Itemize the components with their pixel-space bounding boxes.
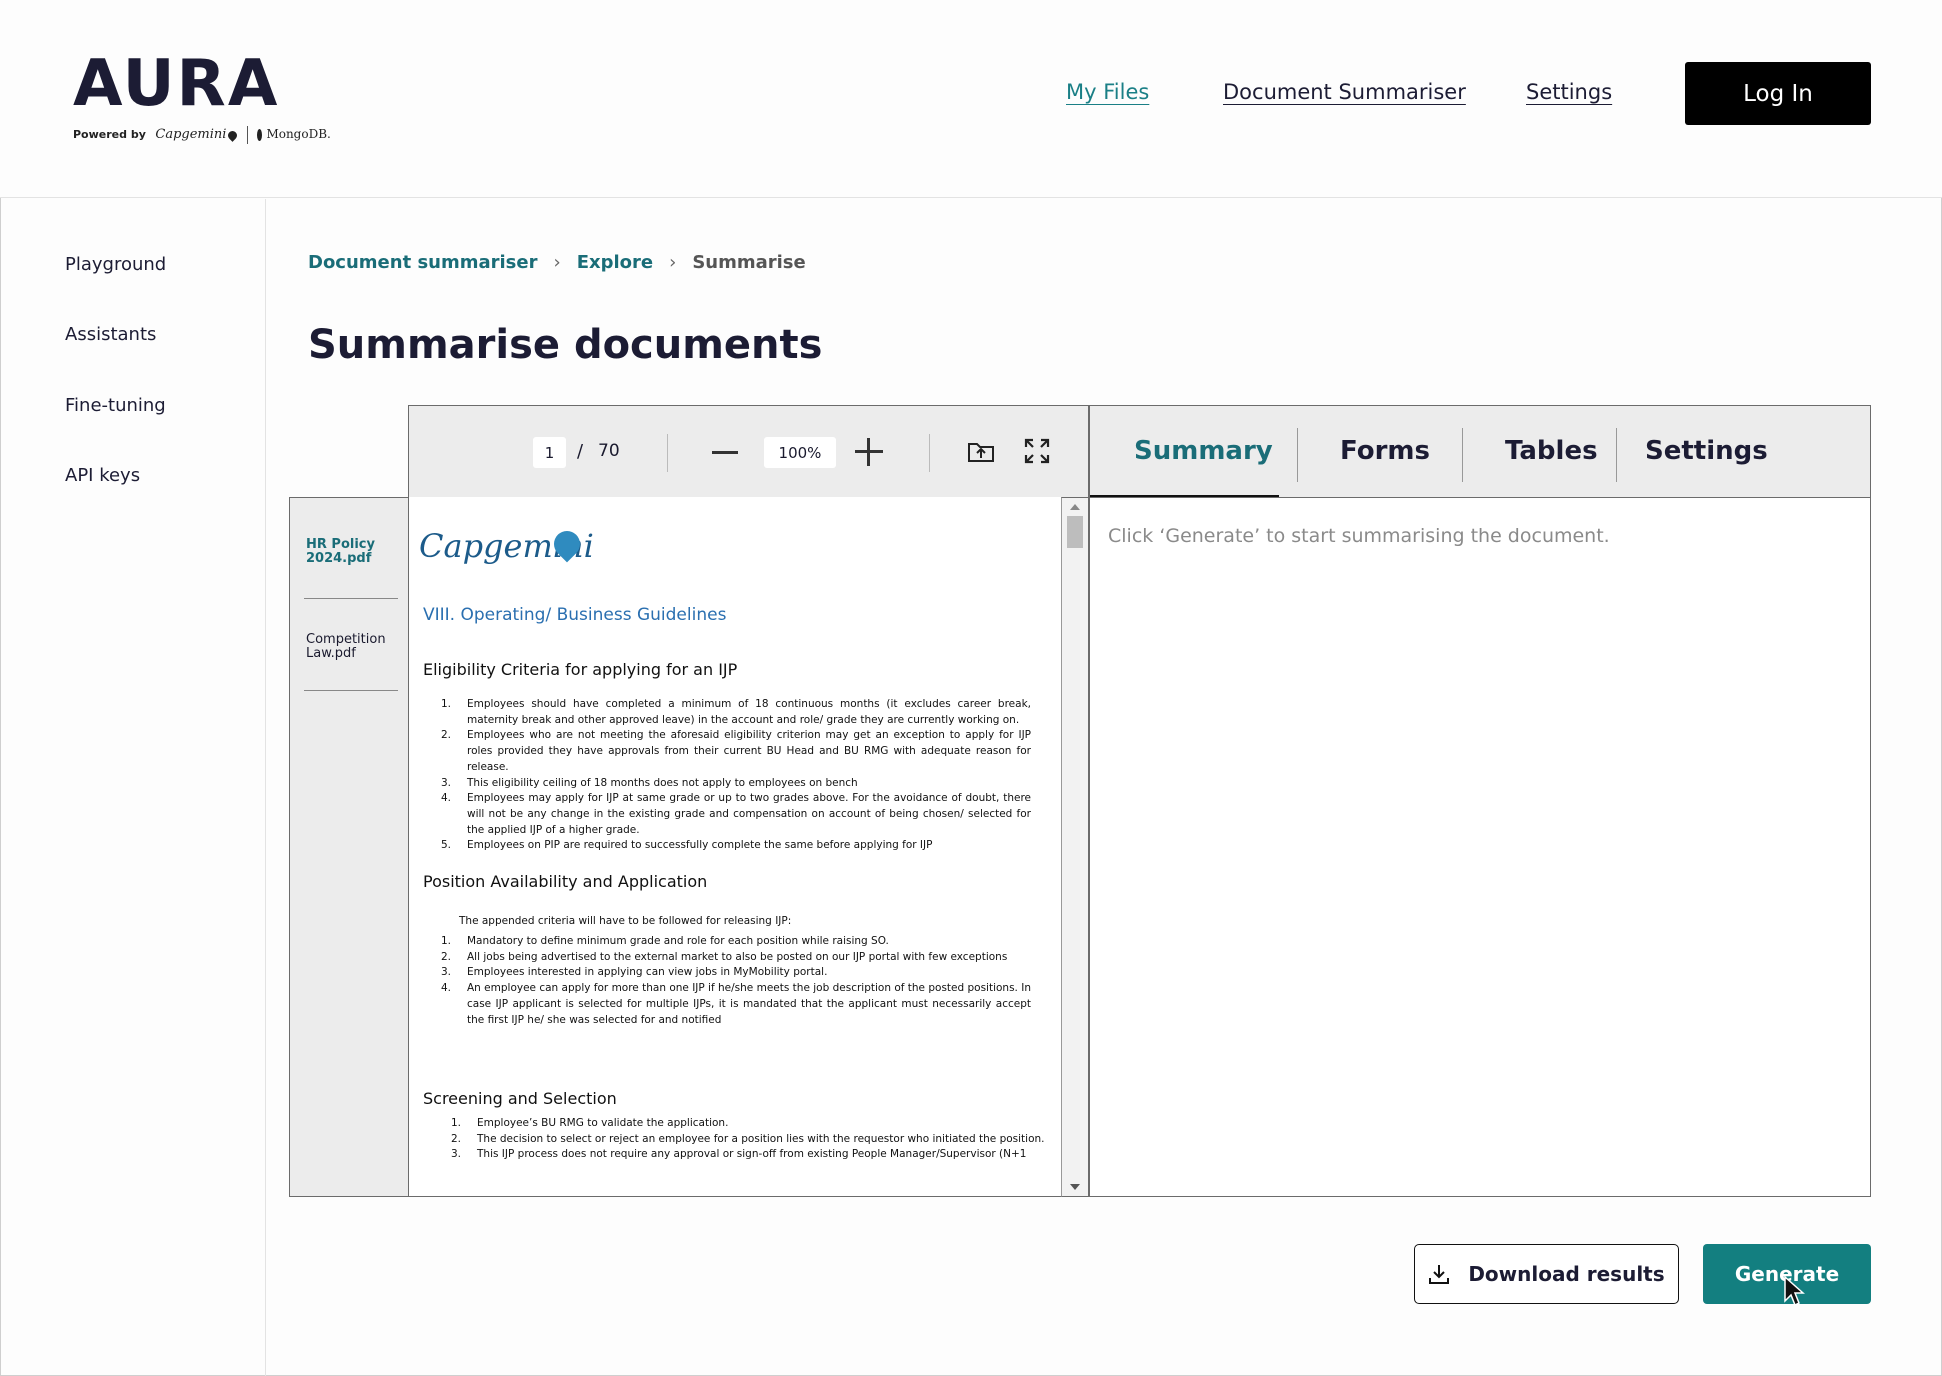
section-title: Screening and Selection bbox=[423, 1089, 617, 1108]
section-intro: The appended criteria will have to be fo… bbox=[459, 915, 792, 927]
nav-document-summariser[interactable]: Document Summariser bbox=[1223, 80, 1466, 104]
breadcrumb-summarise: Summarise bbox=[692, 252, 806, 273]
tab-tables[interactable]: Tables bbox=[1505, 436, 1598, 466]
tab-forms[interactable]: Forms bbox=[1340, 436, 1430, 466]
result-tabs: Summary Forms Tables Settings bbox=[1089, 405, 1871, 499]
sidebar-item-assistants[interactable]: Assistants bbox=[65, 324, 156, 345]
toolbar-divider bbox=[667, 434, 668, 472]
list-item: 5. Employees on PIP are required to succe… bbox=[441, 839, 933, 852]
file-list: HR Policy 2024.pdf Competition Law.pdf bbox=[289, 497, 409, 1197]
download-results-button[interactable]: Download results bbox=[1414, 1244, 1679, 1304]
section-list: 1. Mandatory to define minimum grade and … bbox=[441, 934, 1031, 1028]
logo-separator bbox=[246, 126, 248, 144]
upload-folder-icon[interactable] bbox=[966, 436, 996, 466]
list-item: 1. Employee’s BU RMG to validate the appl… bbox=[451, 1117, 729, 1129]
list-item: 3. This IJP process does not require any … bbox=[451, 1148, 1027, 1161]
capgemini-logo: Capgemini bbox=[155, 127, 227, 142]
scroll-up-icon[interactable] bbox=[1070, 504, 1080, 510]
page-separator: / bbox=[577, 441, 584, 462]
top-header: AURA Powered by Capgemini MongoDB. My Fi… bbox=[0, 0, 1942, 198]
document-page: Capgemini VIII. Operating/ Business Guid… bbox=[408, 497, 1062, 1197]
zoom-out-icon[interactable] bbox=[712, 451, 738, 454]
capgemini-spade-icon bbox=[226, 128, 240, 142]
aura-logo[interactable]: AURA Powered by Capgemini MongoDB. bbox=[73, 47, 331, 144]
download-results-label: Download results bbox=[1468, 1262, 1665, 1286]
list-item: 2. Employees who are not meeting the afor… bbox=[441, 729, 1031, 773]
tab-divider bbox=[1616, 428, 1617, 482]
page-number-input[interactable]: 1 bbox=[533, 437, 566, 468]
document-heading: VIII. Operating/ Business Guidelines bbox=[423, 605, 727, 625]
tab-settings[interactable]: Settings bbox=[1645, 436, 1768, 466]
section-list: 1. Employees should have completed a mini… bbox=[441, 697, 1031, 854]
sidebar-item-fine-tuning[interactable]: Fine-tuning bbox=[65, 395, 166, 416]
login-button[interactable]: Log In bbox=[1685, 62, 1871, 125]
logo-wordmark: AURA bbox=[73, 47, 280, 121]
tab-summary[interactable]: Summary bbox=[1134, 436, 1273, 466]
section-title: Eligibility Criteria for applying for an… bbox=[423, 660, 738, 679]
download-icon bbox=[1429, 1265, 1450, 1284]
list-item: 4. An employee can apply for more than on… bbox=[441, 982, 1031, 1026]
list-item: 3. This eligibility ceiling of 18 months … bbox=[441, 776, 858, 789]
summary-placeholder: Click ‘Generate’ to start summarising th… bbox=[1108, 525, 1610, 547]
mongodb-logo: MongoDB. bbox=[266, 127, 331, 141]
scroll-thumb[interactable] bbox=[1067, 516, 1083, 548]
file-item-hr-policy[interactable]: HR Policy 2024.pdf bbox=[306, 538, 398, 566]
list-item: 4. Employees may apply for IJP at same gr… bbox=[441, 792, 1031, 836]
zoom-level-input[interactable]: 100% bbox=[764, 437, 836, 468]
breadcrumb-explore[interactable]: Explore bbox=[577, 252, 653, 273]
page-total: 70 bbox=[598, 441, 620, 461]
list-item: 3. Employees interested in applying can v… bbox=[441, 966, 828, 979]
nav-my-files[interactable]: My Files bbox=[1066, 80, 1149, 104]
file-divider bbox=[304, 598, 398, 599]
document-scrollbar[interactable] bbox=[1061, 497, 1089, 1197]
powered-by-label: Powered by bbox=[73, 128, 146, 141]
sidebar-item-playground[interactable]: Playground bbox=[65, 254, 166, 275]
scroll-down-icon[interactable] bbox=[1070, 1184, 1080, 1190]
mouse-cursor-icon bbox=[1784, 1275, 1805, 1307]
fullscreen-icon[interactable] bbox=[1022, 436, 1052, 466]
list-item: 1. Mandatory to define minimum grade and … bbox=[441, 935, 889, 947]
list-item: 2. All jobs being advertised to the exter… bbox=[441, 950, 1008, 963]
section-title: Position Availability and Application bbox=[423, 872, 708, 891]
tab-divider bbox=[1297, 428, 1298, 482]
file-divider bbox=[304, 690, 398, 691]
chevron-right-icon: › bbox=[669, 252, 677, 273]
breadcrumb: Document summariser › Explore › Summaris… bbox=[308, 252, 806, 273]
summary-panel: Click ‘Generate’ to start summarising th… bbox=[1089, 497, 1871, 1197]
list-item: 1. Employees should have completed a mini… bbox=[441, 698, 1031, 726]
file-item-competition-law[interactable]: Competition Law.pdf bbox=[306, 633, 398, 661]
page-title: Summarise documents bbox=[308, 322, 823, 368]
tab-divider bbox=[1462, 428, 1463, 482]
list-item: 2. The decision to select or reject an em… bbox=[451, 1132, 1045, 1145]
breadcrumb-document-summariser[interactable]: Document summariser bbox=[308, 252, 537, 273]
zoom-in-icon[interactable] bbox=[855, 438, 883, 466]
mongodb-leaf-icon bbox=[257, 129, 263, 141]
pdf-toolbar: 1 / 70 100% bbox=[408, 405, 1089, 498]
toolbar-divider bbox=[929, 434, 930, 472]
chevron-right-icon: › bbox=[553, 252, 561, 273]
sidebar: Playground Assistants Fine-tuning API ke… bbox=[0, 199, 266, 1376]
powered-by: Powered by Capgemini MongoDB. bbox=[73, 126, 331, 144]
section-list: 1. Employee’s BU RMG to validate the appl… bbox=[451, 1116, 1045, 1163]
sidebar-item-api-keys[interactable]: API keys bbox=[65, 465, 140, 486]
nav-settings[interactable]: Settings bbox=[1526, 80, 1612, 104]
